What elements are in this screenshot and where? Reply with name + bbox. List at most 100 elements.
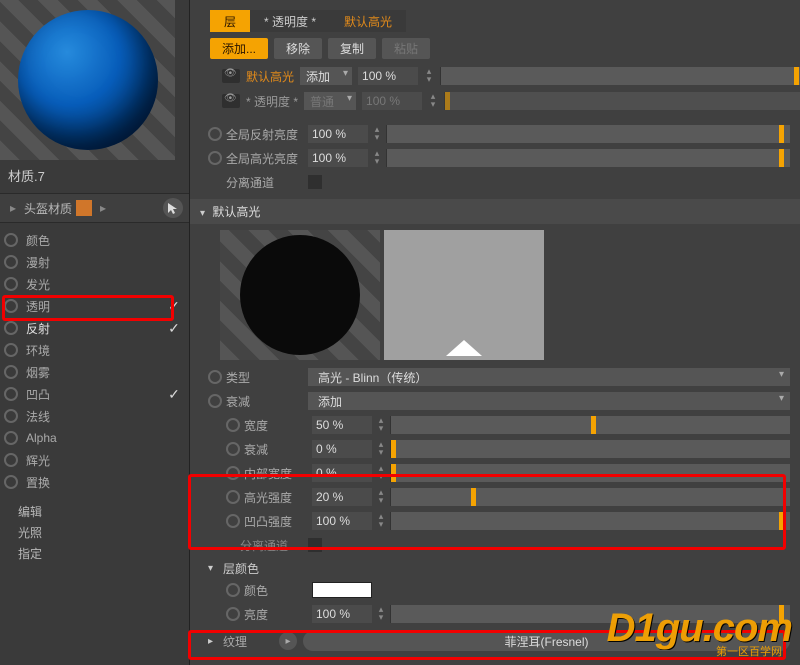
value-field[interactable]: 100 %: [308, 149, 368, 167]
radio-icon[interactable]: [226, 490, 240, 504]
add-button[interactable]: 添加...: [210, 38, 268, 59]
tab-default-spec[interactable]: 默认高光: [330, 10, 406, 32]
radio-icon[interactable]: [208, 151, 222, 165]
tab-layer[interactable]: 层: [210, 10, 250, 32]
slider[interactable]: [390, 488, 790, 506]
opacity-slider[interactable]: [440, 67, 800, 85]
stepper-icon[interactable]: ▴▾: [372, 125, 382, 143]
checkbox[interactable]: [167, 255, 181, 269]
radio-icon[interactable]: [226, 514, 240, 528]
checkbox[interactable]: [167, 365, 181, 379]
channel-lumin[interactable]: 发光: [0, 273, 189, 295]
atten-dropdown[interactable]: 添加: [308, 392, 790, 410]
radio-icon[interactable]: [226, 418, 240, 432]
value-field[interactable]: 100 %: [308, 125, 368, 143]
radio-icon[interactable]: [208, 394, 222, 408]
color-swatch[interactable]: [76, 200, 92, 216]
slider[interactable]: [390, 440, 790, 458]
radio-icon[interactable]: [4, 475, 18, 489]
channel-bump[interactable]: 凹凸✓: [0, 383, 189, 405]
edit-link[interactable]: 编辑: [0, 499, 189, 522]
value-field[interactable]: 0 %: [312, 440, 372, 458]
checkbox[interactable]: [308, 175, 322, 189]
checkbox[interactable]: [308, 538, 322, 552]
radio-icon[interactable]: [4, 343, 18, 357]
slider[interactable]: [386, 125, 790, 143]
checkbox[interactable]: [167, 233, 181, 247]
channel-alpha[interactable]: Alpha: [0, 427, 189, 449]
checkbox[interactable]: [167, 453, 181, 467]
stepper-icon[interactable]: ▴▾: [376, 440, 386, 458]
value-field[interactable]: 100 %: [312, 512, 372, 530]
radio-icon[interactable]: [4, 453, 18, 467]
preview-reflection[interactable]: [220, 230, 380, 360]
radio-icon[interactable]: [4, 299, 18, 313]
type-dropdown[interactable]: 高光 - Blinn（传统）: [308, 368, 790, 386]
texture-menu-button[interactable]: ▸: [279, 632, 297, 650]
checkbox[interactable]: ✓: [167, 299, 181, 313]
slider[interactable]: [390, 512, 790, 530]
tab-transparency[interactable]: * 透明度 *: [250, 10, 330, 32]
expand-icon[interactable]: ▸: [6, 201, 20, 215]
stepper-icon[interactable]: ▴▾: [376, 605, 386, 623]
radio-icon[interactable]: [4, 409, 18, 423]
radio-icon[interactable]: [4, 321, 18, 335]
material-preview[interactable]: [0, 0, 175, 160]
stepper-icon[interactable]: ▴▾: [376, 464, 386, 482]
channel-displace[interactable]: 置换: [0, 471, 189, 493]
checkbox[interactable]: [167, 475, 181, 489]
value-field[interactable]: 100 %: [362, 92, 422, 110]
eye-icon[interactable]: [222, 94, 240, 108]
stepper-icon[interactable]: ▴▾: [376, 512, 386, 530]
subsection-layer-color[interactable]: ▾ 层颜色: [208, 560, 800, 577]
opacity-slider[interactable]: [444, 92, 800, 110]
stepper-icon[interactable]: ▴▾: [376, 488, 386, 506]
checkbox[interactable]: ✓: [167, 321, 181, 335]
stepper-icon[interactable]: ▴▾: [376, 416, 386, 434]
material-name[interactable]: 材质.7: [0, 164, 189, 193]
preview-spec-curve[interactable]: [384, 230, 544, 360]
radio-icon[interactable]: [4, 277, 18, 291]
radio-icon[interactable]: [4, 233, 18, 247]
layer-spec[interactable]: 默认高光 添加 100 % ▴▾: [222, 65, 800, 87]
stepper-icon[interactable]: ▴▾: [372, 149, 382, 167]
blend-dropdown[interactable]: 普通: [304, 92, 356, 110]
channel-normal[interactable]: 法线: [0, 405, 189, 427]
arrow-icon[interactable]: ▸: [96, 201, 110, 215]
channel-environment[interactable]: 环境: [0, 339, 189, 361]
radio-icon[interactable]: [4, 431, 18, 445]
paste-button[interactable]: 粘贴: [382, 38, 430, 59]
value-field[interactable]: 50 %: [312, 416, 372, 434]
slider[interactable]: [390, 416, 790, 434]
stepper-icon[interactable]: ▴▾: [428, 92, 438, 110]
radio-icon[interactable]: [226, 583, 240, 597]
stepper-icon[interactable]: ▴▾: [424, 67, 434, 85]
picker-button[interactable]: [163, 198, 183, 218]
radio-icon[interactable]: [226, 442, 240, 456]
checkbox[interactable]: ✓: [167, 387, 181, 401]
checkbox[interactable]: [167, 277, 181, 291]
value-field[interactable]: 0 %: [312, 464, 372, 482]
blend-dropdown[interactable]: 添加: [300, 67, 352, 85]
chevron-right-icon[interactable]: ▸: [208, 636, 213, 647]
channel-fog[interactable]: 烟雾: [0, 361, 189, 383]
checkbox[interactable]: [167, 343, 181, 357]
color-field[interactable]: [312, 582, 372, 598]
radio-icon[interactable]: [4, 255, 18, 269]
radio-icon[interactable]: [4, 365, 18, 379]
radio-icon[interactable]: [226, 466, 240, 480]
radio-icon[interactable]: [208, 127, 222, 141]
slider[interactable]: [386, 149, 790, 167]
radio-icon[interactable]: [226, 607, 240, 621]
radio-icon[interactable]: [208, 370, 222, 384]
checkbox[interactable]: [167, 409, 181, 423]
channel-color[interactable]: 颜色: [0, 229, 189, 251]
eye-icon[interactable]: [222, 69, 240, 83]
remove-button[interactable]: 移除: [274, 38, 322, 59]
value-field[interactable]: 100 %: [358, 67, 418, 85]
checkbox[interactable]: [167, 431, 181, 445]
light-link[interactable]: 光照: [0, 522, 189, 543]
section-default-spec[interactable]: ▾ 默认高光: [190, 199, 800, 224]
value-field[interactable]: 100 %: [312, 605, 372, 623]
copy-button[interactable]: 复制: [328, 38, 376, 59]
